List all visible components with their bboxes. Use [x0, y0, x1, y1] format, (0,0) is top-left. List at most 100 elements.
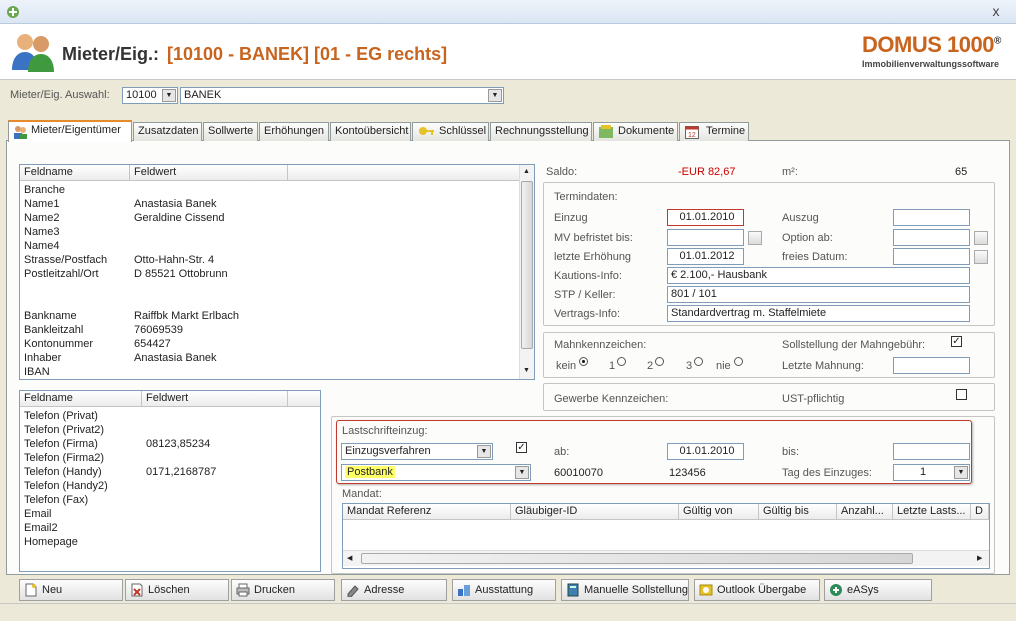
scroll-thumb[interactable]	[521, 181, 533, 349]
tag-einzug-label: Tag des Einzuges:	[782, 467, 872, 479]
mahn-radio-2[interactable]	[655, 357, 664, 366]
stp-label: STP / Keller:	[554, 289, 616, 301]
column-header[interactable]: Gläubiger-ID	[511, 504, 679, 520]
new-document-icon	[25, 583, 37, 597]
scroll-up-icon[interactable]: ▲	[523, 168, 530, 175]
lastschrift-bis-label: bis:	[782, 446, 800, 458]
people-icon	[14, 126, 27, 139]
documents-icon	[599, 125, 613, 138]
m2-value: 65	[955, 166, 968, 178]
ust-checkbox[interactable]	[956, 389, 967, 400]
tenant-id-combo[interactable]: 10100 ▼	[122, 87, 178, 104]
column-header[interactable]: Anzahl...	[837, 504, 893, 520]
tab-mieter-eigentuemer[interactable]: Mieter/Eigentümer	[8, 120, 132, 142]
lastschrift-title: Lastschrifteinzug:	[342, 425, 428, 437]
phone-grid[interactable]: Feldname Feldwert Telefon (Privat) Telef…	[19, 390, 321, 572]
manuelle-sollstellung-button[interactable]: Manuelle Sollstellung	[561, 579, 689, 601]
drucken-button[interactable]: Drucken	[231, 579, 335, 601]
chevron-down-icon[interactable]: ▼	[515, 466, 529, 479]
tab-schluessel[interactable]: Schlüssel	[412, 122, 489, 141]
address-grid[interactable]: Feldname Feldwert Branche Name1 Anastasia…	[19, 164, 535, 380]
auszug-field[interactable]	[893, 209, 970, 226]
ust-label: UST-pflichtig	[782, 393, 845, 405]
einzugsverfahren-combo[interactable]: Einzugsverfahren ▼	[341, 443, 493, 460]
column-header[interactable]: Letzte Lasts...	[893, 504, 971, 520]
scroll-right-icon[interactable]: ▶	[977, 554, 982, 562]
tab-termine[interactable]: 12 Termine	[679, 122, 749, 141]
freies-datum-field[interactable]	[893, 248, 970, 265]
option-picker-button[interactable]	[974, 231, 988, 245]
mahn-radio-nie[interactable]	[734, 357, 743, 366]
adresse-button[interactable]: Adresse	[341, 579, 447, 601]
calendar-icon: 12	[685, 126, 699, 139]
grid-header: Mandat Referenz Gläubiger-ID Gültig von …	[343, 504, 989, 520]
ausstattung-button[interactable]: Ausstattung	[452, 579, 556, 601]
column-header[interactable]: D	[971, 504, 989, 520]
key-icon	[419, 127, 434, 135]
mandat-grid[interactable]: Mandat Referenz Gläubiger-ID Gültig von …	[342, 503, 990, 569]
kaution-label: Kautions-Info:	[554, 270, 622, 282]
tag-einzug-combo[interactable]: 1 ▼	[893, 464, 970, 481]
option-ab-field[interactable]	[893, 229, 970, 246]
mahn-radio-1[interactable]	[617, 357, 626, 366]
brand-subtitle: Immobilienverwaltungssoftware	[862, 59, 1000, 69]
freies-datum-label: freies Datum:	[782, 251, 848, 263]
printer-icon	[236, 583, 250, 597]
tab-zusatzdaten[interactable]: Zusatzdaten	[133, 122, 202, 141]
selection-label: Mieter/Eig. Auswahl:	[10, 89, 110, 101]
tab-sollwerte[interactable]: Sollwerte	[203, 122, 258, 141]
scroll-thumb[interactable]	[361, 553, 913, 564]
freies-picker-button[interactable]	[974, 250, 988, 264]
mahn-radio-3[interactable]	[694, 357, 703, 366]
tab-erhoehungen[interactable]: Erhöhungen	[259, 122, 329, 141]
outlook-icon	[699, 584, 713, 596]
address-icon	[347, 585, 359, 597]
column-header[interactable]: Feldwert	[130, 165, 288, 181]
tab-rechnungsstellung[interactable]: Rechnungsstellung	[490, 122, 592, 141]
horizontal-scrollbar[interactable]: ◀ ▶	[343, 550, 989, 566]
bank-combo[interactable]: Postbank ▼	[341, 464, 531, 481]
blz-value: 60010070	[554, 467, 603, 479]
outlook-uebergabe-button[interactable]: Outlook Übergabe	[694, 579, 820, 601]
scroll-down-icon[interactable]: ▼	[523, 367, 530, 374]
scroll-left-icon[interactable]: ◀	[347, 554, 352, 562]
column-header[interactable]: Feldname	[20, 165, 130, 181]
saldo-value: -EUR 82,67	[678, 166, 736, 178]
column-header[interactable]: Feldname	[20, 391, 142, 407]
tenant-name-combo[interactable]: BANEK ▼	[180, 87, 504, 104]
sollstellung-checkbox[interactable]: ✓	[951, 336, 962, 347]
einzug-field[interactable]: 01.01.2010	[667, 209, 744, 226]
chevron-down-icon[interactable]: ▼	[477, 445, 491, 458]
chevron-down-icon[interactable]: ▼	[488, 89, 502, 102]
lastschrift-bis-field[interactable]	[893, 443, 970, 460]
svg-text:12: 12	[688, 132, 696, 139]
mahn-radio-kein[interactable]	[579, 357, 588, 366]
column-header[interactable]: Gültig von	[679, 504, 759, 520]
mv-befristet-field[interactable]	[667, 229, 744, 246]
loeschen-button[interactable]: Löschen	[125, 579, 229, 601]
easys-button[interactable]: eASys	[824, 579, 932, 601]
chevron-down-icon[interactable]: ▼	[162, 89, 176, 102]
vertrag-field[interactable]: Standardvertrag m. Staffelmiete	[667, 305, 970, 322]
lastschrift-ab-field[interactable]: 01.01.2010	[667, 443, 744, 460]
column-header[interactable]: Mandat Referenz	[343, 504, 511, 520]
mv-befristet-label: MV befristet bis:	[554, 232, 633, 244]
letzte-mahnung-field[interactable]	[893, 357, 970, 374]
stp-field[interactable]: 801 / 101	[667, 286, 970, 303]
status-bar	[0, 603, 1016, 621]
chevron-down-icon[interactable]: ▼	[954, 466, 968, 479]
kaution-field[interactable]: € 2.100,- Hausbank	[667, 267, 970, 284]
column-header[interactable]: Gültig bis	[759, 504, 837, 520]
lastschrift-checkbox[interactable]: ✓	[516, 442, 527, 453]
erhoehung-label: letzte Erhöhung	[554, 251, 632, 263]
vertical-scrollbar[interactable]: ▲ ▼	[519, 165, 534, 379]
mv-picker-button[interactable]	[748, 231, 762, 245]
tab-kontouebersicht[interactable]: Kontoübersicht	[330, 122, 411, 141]
neu-button[interactable]: Neu	[19, 579, 123, 601]
mahn-option-1-label: 1	[609, 360, 616, 372]
tab-dokumente[interactable]: Dokumente	[593, 122, 678, 141]
mahn-option-2-label: 2	[647, 360, 654, 372]
erhoehung-field[interactable]: 01.01.2012	[667, 248, 744, 265]
column-header[interactable]: Feldwert	[142, 391, 288, 407]
close-button[interactable]: x	[988, 3, 1004, 19]
